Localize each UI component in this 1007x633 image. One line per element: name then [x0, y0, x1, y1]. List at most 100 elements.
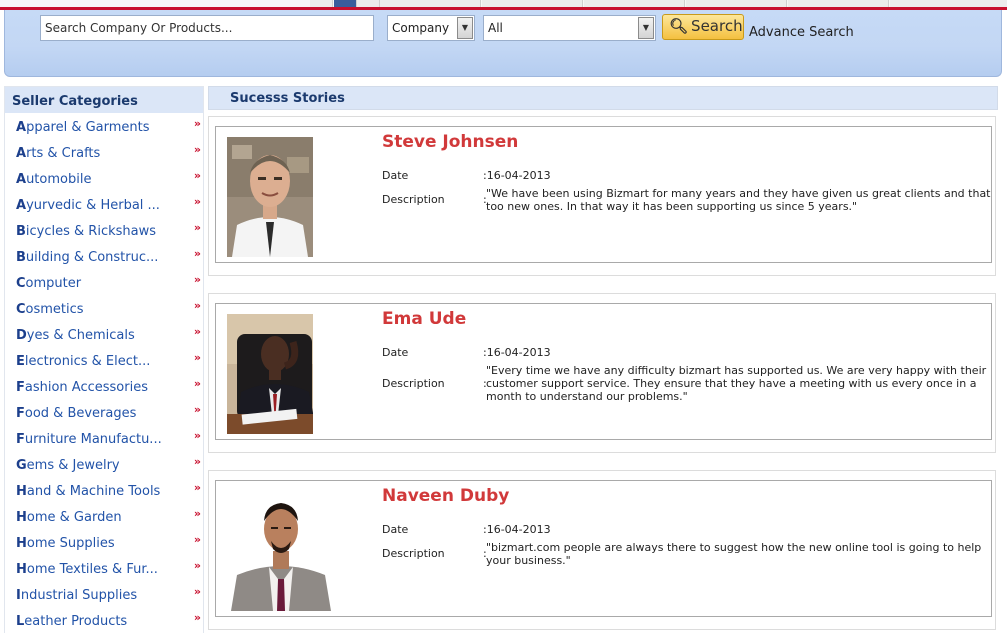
sidebar-category-item[interactable]: Apparel & Garments»	[5, 113, 203, 139]
sidebar-category-item[interactable]: Gems & Jewelry»	[5, 451, 203, 477]
sidebar-category-item[interactable]: Furniture Manufactu...»	[5, 425, 203, 451]
sidebar-category-item[interactable]: Automobile»	[5, 165, 203, 191]
nav-tab[interactable]	[788, 0, 889, 7]
category-initial: A	[16, 146, 27, 161]
section-title: Sucesss Stories	[208, 86, 998, 110]
category-initial: F	[16, 380, 25, 395]
category-label: ome Textiles & Fur...	[26, 562, 158, 577]
category-initial: E	[16, 354, 25, 369]
sidebar-category-item[interactable]: Hand & Machine Tools»	[5, 477, 203, 503]
category-initial: D	[16, 328, 27, 343]
category-label: eather Products	[24, 614, 128, 629]
category-label: utomobile	[26, 172, 92, 187]
nav-tab[interactable]	[482, 0, 583, 7]
category-initial: C	[16, 302, 26, 317]
story-card: Naveen Duby Date :16-04-2013 Description…	[208, 470, 996, 630]
story-date: :16-04-2013	[483, 523, 551, 536]
category-label: urniture Manufactu...	[24, 432, 162, 447]
category-select[interactable]: All ▼	[483, 15, 656, 41]
sidebar-category-item[interactable]: Home Supplies»	[5, 529, 203, 555]
category-label: uilding & Construc...	[25, 250, 159, 265]
category-label: ems & Jewelry	[26, 458, 120, 473]
category-label: yes & Chemicals	[26, 328, 135, 343]
search-input[interactable]	[40, 15, 374, 41]
category-initial: A	[16, 198, 27, 213]
description-label: Description	[382, 547, 445, 560]
sidebar-category-item[interactable]: Food & Beverages»	[5, 399, 203, 425]
profile-photo	[227, 314, 313, 434]
category-initial: F	[16, 432, 25, 447]
story-description: "We have been using Bizmart for many yea…	[486, 187, 991, 213]
sidebar-category-item[interactable]: Arts & Crafts»	[5, 139, 203, 165]
category-initial: B	[16, 224, 26, 239]
category-initial: F	[16, 406, 25, 421]
nav-tab[interactable]	[890, 0, 1007, 7]
search-icon: 🔍︎	[669, 17, 689, 35]
sidebar-category-item[interactable]: Bicycles & Rickshaws»	[5, 217, 203, 243]
category-initial: A	[16, 120, 27, 135]
search-type-select[interactable]: Company ▼	[387, 15, 475, 41]
category-label: ood & Beverages	[24, 406, 137, 421]
story-description: "bizmart.com people are always there to …	[486, 541, 982, 567]
sidebar-category-item[interactable]: Leather Products»	[5, 607, 203, 633]
sidebar-category-item[interactable]: Home Textiles & Fur...»	[5, 555, 203, 581]
category-initial: H	[16, 536, 27, 551]
story-date: :16-04-2013	[483, 346, 551, 359]
story-card-inner: Steve Johnsen Date :16-04-2013 Descripti…	[215, 126, 992, 263]
nav-tab[interactable]	[380, 0, 481, 7]
category-initial: H	[16, 562, 27, 577]
story-card-inner: Ema Ude Date :16-04-2013 Description : "…	[215, 303, 992, 440]
date-label: Date	[382, 523, 409, 536]
nav-tab[interactable]	[357, 0, 380, 7]
profile-photo	[227, 491, 335, 611]
story-description: "Every time we have any difficulty bizma…	[486, 364, 987, 403]
category-label: and & Machine Tools	[26, 484, 161, 499]
story-card: Steve Johnsen Date :16-04-2013 Descripti…	[208, 116, 996, 276]
success-stories-panel: Sucesss Stories Steve Johnsen Date:16-0…	[208, 86, 998, 632]
sidebar-category-item[interactable]: Ayurvedic & Herbal ...»	[5, 191, 203, 217]
search-bar: Company ▼ All ▼ 🔍︎Search Advance Search	[4, 10, 1002, 77]
sidebar-category-item[interactable]: Computer»	[5, 269, 203, 295]
story-date: :16-04-2013	[483, 169, 551, 182]
nav-tab[interactable]	[584, 0, 685, 7]
sidebar-category-item[interactable]: Cosmetics»	[5, 295, 203, 321]
sidebar-title: Seller Categories	[5, 87, 203, 113]
story-name: Steve Johnsen	[382, 132, 519, 152]
sidebar-category-item[interactable]: Electronics & Elect...»	[5, 347, 203, 373]
category-initial: G	[16, 458, 27, 473]
nav-tab[interactable]	[686, 0, 787, 7]
nav-tab[interactable]	[310, 0, 333, 7]
category-label: osmetics	[25, 302, 84, 317]
category-label: pparel & Garments	[26, 120, 150, 135]
chevron-down-icon[interactable]: ▼	[638, 17, 654, 39]
category-label: rts & Crafts	[26, 146, 101, 161]
category-label: ndustrial Supplies	[20, 588, 138, 603]
sidebar-category-item[interactable]: Home & Garden»	[5, 503, 203, 529]
sidebar-category-item[interactable]: Industrial Supplies»	[5, 581, 203, 607]
story-card-inner: Naveen Duby Date :16-04-2013 Description…	[215, 480, 992, 617]
category-initial: H	[16, 510, 27, 525]
category-initial: H	[16, 484, 27, 499]
category-label: yurvedic & Herbal ...	[26, 198, 160, 213]
seller-categories-sidebar: Seller Categories Apparel & Garments» Art…	[4, 86, 204, 633]
date-label: Date	[382, 169, 409, 182]
category-label: icycles & Rickshaws	[25, 224, 157, 239]
search-button-label: Search	[691, 17, 743, 35]
search-button[interactable]: 🔍︎ Search	[662, 14, 744, 40]
profile-photo	[227, 137, 313, 257]
story-name: Naveen Duby	[382, 486, 510, 506]
category-label: omputer	[25, 276, 82, 291]
advance-search-link[interactable]: Advance Search	[749, 25, 854, 40]
category-initial: A	[16, 172, 27, 187]
category-label: ome & Garden	[26, 510, 122, 525]
sidebar-category-item[interactable]: Dyes & Chemicals»	[5, 321, 203, 347]
category-list: Apparel & Garments» Arts & Crafts» Automob…	[5, 113, 203, 633]
top-nav-strip	[0, 0, 1007, 7]
category-initial: B	[16, 250, 26, 265]
description-label: Description	[382, 193, 445, 206]
sidebar-category-item[interactable]: Building & Construc...»	[5, 243, 203, 269]
category-label: ashion Accessories	[24, 380, 148, 395]
sidebar-category-item[interactable]: Fashion Accessories»	[5, 373, 203, 399]
chevron-down-icon[interactable]: ▼	[457, 17, 473, 39]
nav-tab-active[interactable]	[334, 0, 357, 7]
